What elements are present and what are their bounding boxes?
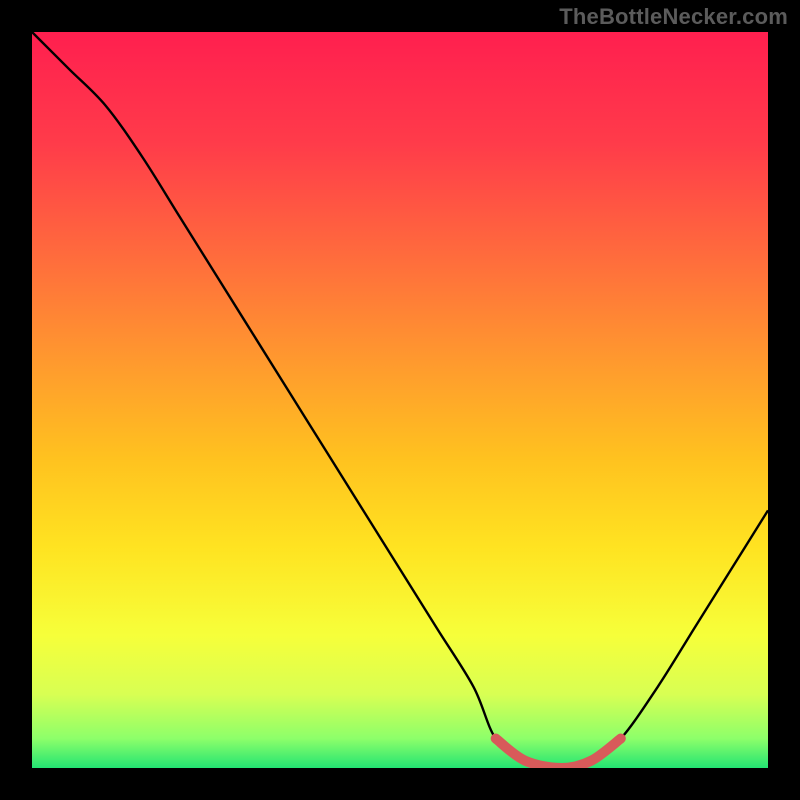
chart-frame: TheBottleNecker.com <box>0 0 800 800</box>
bottleneck-curve <box>32 32 768 768</box>
plot-area <box>32 32 768 768</box>
valley-highlight <box>496 739 621 768</box>
watermark-text: TheBottleNecker.com <box>559 4 788 30</box>
curve-layer <box>32 32 768 768</box>
